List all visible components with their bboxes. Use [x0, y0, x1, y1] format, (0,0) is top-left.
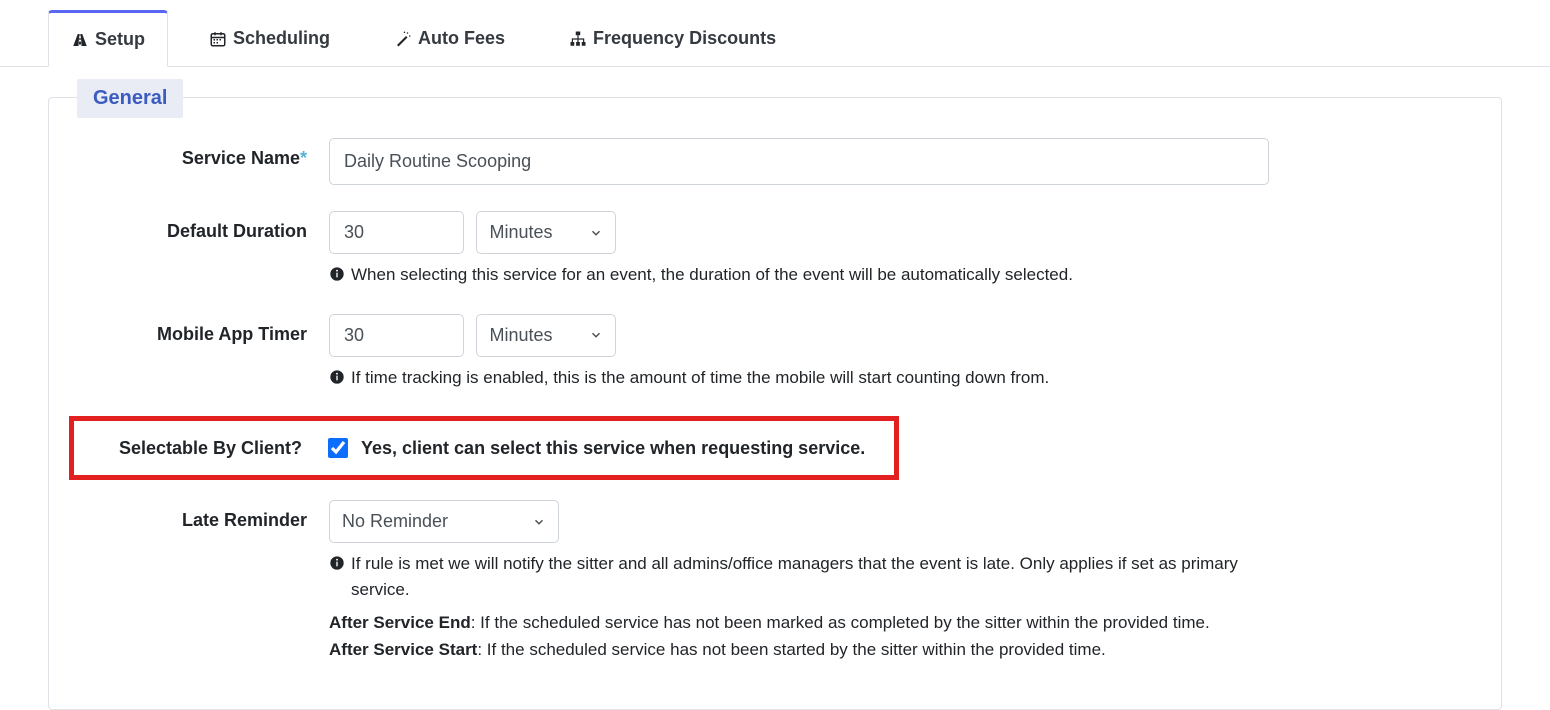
tab-label: Frequency Discounts — [593, 28, 776, 49]
road-icon — [71, 31, 89, 49]
info-icon — [329, 369, 345, 385]
row-mobile-timer: Mobile App Timer Minutes If time trackin… — [79, 314, 1471, 391]
label-late-reminder: Late Reminder — [79, 500, 329, 531]
row-default-duration: Default Duration Minutes When selecting … — [79, 211, 1471, 288]
info-icon — [329, 555, 345, 571]
wand-icon — [394, 30, 412, 48]
info-icon — [329, 266, 345, 282]
sitemap-icon — [569, 30, 587, 48]
rule-after-end-label: After Service End — [329, 613, 471, 632]
required-mark: * — [300, 148, 307, 168]
service-name-input[interactable] — [329, 138, 1269, 185]
tab-auto-fees[interactable]: Auto Fees — [371, 10, 528, 66]
select-value: No Reminder — [342, 511, 448, 532]
calendar-icon — [209, 30, 227, 48]
chevron-down-icon — [532, 515, 546, 529]
help-late-reminder: If rule is met we will notify the sitter… — [329, 551, 1289, 602]
label-default-duration: Default Duration — [79, 211, 329, 242]
tab-setup[interactable]: Setup — [48, 10, 168, 67]
mobile-timer-unit-select[interactable]: Minutes — [476, 314, 616, 357]
default-duration-input[interactable] — [329, 211, 464, 254]
late-reminder-rules: After Service End: If the scheduled serv… — [329, 610, 1289, 663]
label-service-name: Service Name* — [79, 138, 329, 169]
tab-scheduling[interactable]: Scheduling — [186, 10, 353, 66]
row-selectable-by-client: Selectable By Client? Yes, client can se… — [69, 416, 899, 480]
selectable-checkbox[interactable] — [328, 438, 348, 458]
label-selectable: Selectable By Client? — [74, 438, 324, 459]
chevron-down-icon — [589, 328, 603, 342]
tab-label: Auto Fees — [418, 28, 505, 49]
select-value: Minutes — [489, 325, 552, 346]
tab-label: Scheduling — [233, 28, 330, 49]
late-reminder-select[interactable]: No Reminder — [329, 500, 559, 543]
select-value: Minutes — [489, 222, 552, 243]
selectable-check-wrap: Yes, client can select this service when… — [324, 435, 865, 461]
label-mobile-timer: Mobile App Timer — [79, 314, 329, 345]
chevron-down-icon — [589, 226, 603, 240]
tab-frequency-discounts[interactable]: Frequency Discounts — [546, 10, 799, 66]
row-late-reminder: Late Reminder No Reminder If rule is met… — [79, 500, 1471, 663]
rule-after-start-label: After Service Start — [329, 640, 477, 659]
help-default-duration: When selecting this service for an event… — [329, 262, 1289, 288]
selectable-check-label: Yes, client can select this service when… — [361, 438, 865, 459]
general-panel: General Service Name* Default Duration M… — [48, 97, 1502, 710]
section-title: General — [77, 79, 183, 118]
help-mobile-timer: If time tracking is enabled, this is the… — [329, 365, 1289, 391]
default-duration-unit-select[interactable]: Minutes — [476, 211, 616, 254]
tab-label: Setup — [95, 29, 145, 50]
row-service-name: Service Name* — [79, 138, 1471, 185]
tab-bar: Setup Scheduling Auto Fees Frequency Dis… — [0, 10, 1550, 67]
mobile-timer-input[interactable] — [329, 314, 464, 357]
